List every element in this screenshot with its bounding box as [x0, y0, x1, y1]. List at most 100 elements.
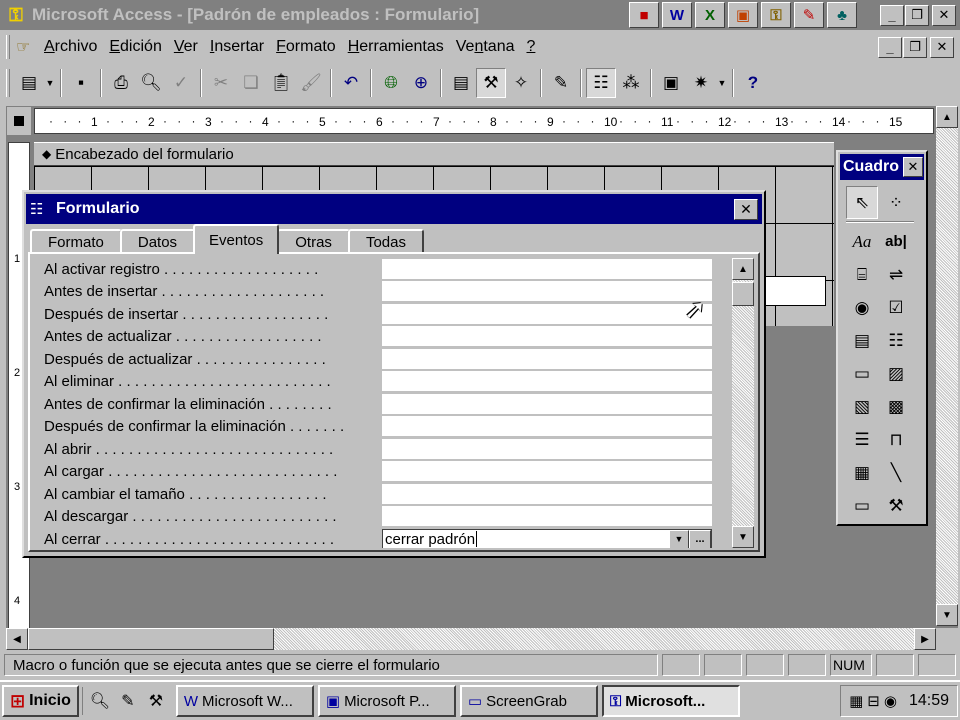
menu-insertar[interactable]: Insertar — [204, 38, 270, 56]
menu-herramientas[interactable]: Herramientas — [342, 38, 450, 56]
combo-box-icon[interactable]: ▤ — [846, 324, 878, 357]
select-objects-icon[interactable]: ⇖ — [846, 186, 878, 219]
office-icon[interactable]: ■ — [629, 2, 659, 28]
task-button[interactable]: ▭ ScreenGrab — [459, 685, 598, 717]
scroll-thumb[interactable] — [28, 628, 274, 650]
form-header-section-bar[interactable]: ◆ Encabezado del formulario — [34, 142, 834, 166]
tab-otras[interactable]: Otras — [277, 229, 350, 254]
page-break-icon[interactable]: ☰ — [846, 423, 878, 456]
menu-ventana[interactable]: Ventana — [450, 38, 521, 56]
property-sheet-titlebar[interactable]: ☷ Formulario ✕ — [26, 194, 762, 224]
image-icon[interactable]: ▨ — [880, 357, 912, 390]
form-doc-icon[interactable]: ☞ — [16, 37, 38, 57]
new-object-dropdown-arrow-icon[interactable]: ▼ — [716, 78, 728, 88]
binder-icon[interactable]: ♣ — [827, 2, 857, 28]
property-value-field[interactable]: cerrar padrón ▼... — [382, 528, 712, 548]
scroll-up-icon[interactable]: ▲ — [936, 106, 958, 128]
undo-icon[interactable]: ↶ — [336, 68, 366, 98]
scroll-thumb[interactable] — [732, 282, 754, 306]
property-value-field[interactable] — [382, 348, 712, 370]
clock[interactable]: 14:59 — [909, 692, 949, 710]
tab-todas[interactable]: Todas — [347, 229, 424, 254]
autoformat-icon[interactable]: ✧ — [506, 68, 536, 98]
toolbox-icon[interactable]: ⚒ — [476, 68, 506, 98]
paste-icon[interactable]: 📋︎ — [266, 68, 296, 98]
properties-icon[interactable]: ☷ — [586, 68, 616, 98]
control-wizards-icon[interactable]: ⁘ — [880, 186, 912, 219]
line-icon[interactable]: ╲ — [880, 456, 912, 489]
text-box-icon[interactable]: ab| — [880, 225, 912, 258]
property-value-field[interactable] — [382, 326, 712, 348]
office-tools-icon[interactable]: ⚒ — [143, 687, 169, 715]
print-icon[interactable]: ⎙ — [106, 68, 136, 98]
build-icon[interactable]: ⁂ — [616, 68, 646, 98]
design-vertical-scrollbar[interactable]: ▲ ▼ — [936, 106, 958, 626]
restore-button[interactable]: ❐ — [905, 4, 929, 26]
scroll-left-icon[interactable]: ◀ — [6, 628, 28, 650]
menu-edicion[interactable]: Edición — [103, 38, 167, 56]
spelling-icon[interactable]: ✓ — [166, 68, 196, 98]
view-icon[interactable]: ▤ — [14, 68, 44, 98]
task-button[interactable]: W Microsoft W... — [175, 685, 314, 717]
toolbar-grip[interactable] — [6, 69, 10, 97]
access-icon[interactable]: ⚿ — [761, 2, 791, 28]
label-icon[interactable]: Aa — [846, 225, 878, 258]
field-list-icon[interactable]: ▤ — [446, 68, 476, 98]
tab-datos[interactable]: Datos — [119, 229, 196, 254]
property-value-field[interactable] — [382, 506, 712, 528]
close-icon[interactable]: ✕ — [903, 157, 923, 177]
explorer-icon[interactable]: 🔍︎ — [87, 687, 113, 715]
minimize-button[interactable]: _ — [880, 4, 904, 26]
unbound-object-icon[interactable]: ▧ — [846, 390, 878, 423]
property-value-field[interactable] — [382, 461, 712, 483]
property-value-field[interactable] — [382, 371, 712, 393]
toolbox-titlebar[interactable]: Cuadro ✕ — [840, 154, 924, 180]
option-button-icon[interactable]: ◉ — [846, 291, 878, 324]
property-vertical-scrollbar[interactable]: ▲ ▼ — [732, 258, 754, 548]
menu-ayuda[interactable]: ? — [520, 38, 541, 56]
word-icon[interactable]: W — [662, 2, 692, 28]
close-icon[interactable]: ✕ — [734, 198, 758, 220]
horizontal-ruler[interactable]: 1 2 3 4 5 6 7 8 9 10 11 12 13 14 15 · · · · · · · · · · · · · · · · · · ·… — [34, 108, 934, 134]
schedule-icon[interactable]: ✎ — [794, 2, 824, 28]
menu-ver[interactable]: Ver — [168, 38, 204, 56]
tab-eventos[interactable]: Eventos — [193, 224, 280, 254]
powerpoint-icon[interactable]: ▣ — [728, 2, 758, 28]
cut-icon[interactable]: ✂ — [206, 68, 236, 98]
property-value-field[interactable] — [382, 393, 712, 415]
tab-formato[interactable]: Formato — [30, 229, 122, 254]
property-value-field[interactable] — [382, 483, 712, 505]
property-value-field[interactable] — [382, 438, 712, 460]
property-value-field[interactable] — [382, 281, 712, 303]
form-selector[interactable] — [6, 106, 32, 136]
dropdown-arrow-icon[interactable]: ▼ — [669, 529, 689, 548]
start-button[interactable]: ⊞ Inicio — [2, 685, 79, 717]
task-button[interactable]: ⚿ Microsoft... — [601, 685, 740, 717]
property-value-field[interactable] — [382, 416, 712, 438]
command-button-icon[interactable]: ▭ — [846, 357, 878, 390]
build-button[interactable]: ... — [689, 529, 711, 548]
schedule-icon[interactable]: ▦ — [849, 692, 863, 710]
menu-formato[interactable]: Formato — [270, 38, 342, 56]
new-object-icon[interactable]: ✷ — [686, 68, 716, 98]
subform-icon[interactable]: ▦ — [846, 456, 878, 489]
scroll-down-icon[interactable]: ▼ — [732, 526, 754, 548]
menu-grip[interactable] — [6, 35, 10, 59]
excel-icon[interactable]: X — [695, 2, 725, 28]
key-icon[interactable]: ⚿ — [4, 3, 28, 27]
mdi-restore-button[interactable]: ❐ — [903, 36, 927, 58]
volume-icon[interactable]: ◉ — [884, 692, 897, 710]
task-button[interactable]: ▣ Microsoft P... — [317, 685, 456, 717]
rectangle-icon[interactable]: ▭ — [846, 489, 878, 522]
toggle-button-icon[interactable]: ⇌ — [880, 258, 912, 291]
save-icon[interactable]: ▪ — [66, 68, 96, 98]
web-toolbar-icon[interactable]: ⊕ — [406, 68, 436, 98]
mdi-minimize-button[interactable]: _ — [878, 36, 902, 58]
menu-archivo[interactable]: Archivo — [38, 38, 103, 56]
mdi-close-button[interactable]: ✕ — [930, 36, 954, 58]
help-icon[interactable]: ? — [738, 68, 768, 98]
check-box-icon[interactable]: ☑ — [880, 291, 912, 324]
list-box-icon[interactable]: ☷ — [880, 324, 912, 357]
bound-object-icon[interactable]: ▩ — [880, 390, 912, 423]
network-icon[interactable]: ⊟ — [867, 692, 880, 710]
